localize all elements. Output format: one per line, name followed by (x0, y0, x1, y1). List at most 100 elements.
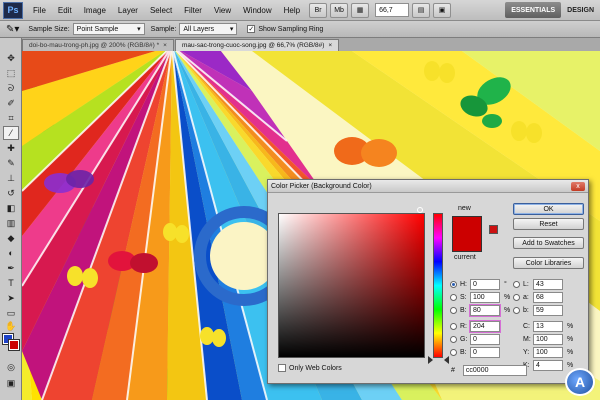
blue-field[interactable]: 0 (470, 347, 500, 358)
eyedropper-icon[interactable]: ⁄ (3, 126, 19, 140)
only-web-colors-checkbox[interactable] (278, 364, 286, 372)
add-to-swatches-button[interactable]: Add to Swatches (513, 237, 584, 249)
lab-b-row: b: 59 (513, 305, 563, 316)
workspace-essentials[interactable]: ESSENTIALS (505, 2, 562, 18)
screen-mode-button[interactable]: ▣ (433, 2, 452, 18)
red-field[interactable]: 204 (469, 320, 501, 333)
marquee-icon[interactable]: ⬚ (3, 66, 19, 80)
document-tab[interactable]: doi-bo-mau-trong-ph.jpg @ 200% (RGB/8#) … (22, 39, 174, 51)
menu-edit[interactable]: Edit (52, 6, 78, 15)
show-sampling-ring-checkbox[interactable]: ✓ (247, 25, 256, 33)
close-icon[interactable]: × (163, 42, 167, 49)
move-icon[interactable]: ✥ (3, 51, 19, 65)
green-radio[interactable] (450, 336, 457, 343)
quick-mask-icon[interactable]: ◎ (3, 360, 19, 374)
background-color-swatch[interactable] (8, 339, 20, 351)
magenta-unit: % (567, 336, 574, 343)
blue-radio[interactable] (450, 349, 457, 356)
arrange-icon: ▤ (417, 7, 425, 14)
healing-icon[interactable]: ✚ (3, 141, 19, 155)
menu-layer[interactable]: Layer (112, 6, 144, 15)
tool-preset-icon[interactable]: ✎▾ (6, 24, 19, 35)
green-field[interactable]: 0 (470, 334, 500, 345)
checkmark-icon: ✓ (248, 25, 255, 33)
brightness-field[interactable]: 80 (469, 304, 501, 317)
screen-mode-icon[interactable]: ▣ (3, 376, 19, 390)
blue-label: B: (460, 349, 467, 356)
zoom-level-field[interactable]: 66,7 (375, 3, 410, 17)
saturation-field[interactable]: 100 (470, 292, 500, 303)
type-icon[interactable]: T (3, 276, 19, 290)
lab-b-radio[interactable] (513, 307, 520, 314)
color-libraries-button[interactable]: Color Libraries (513, 257, 584, 269)
close-icon: x (576, 183, 580, 190)
black-field[interactable]: 4 (533, 360, 563, 371)
menu-file[interactable]: File (27, 6, 52, 15)
hex-field[interactable]: cc0000 (462, 365, 527, 376)
blur-icon[interactable]: ◆ (3, 231, 19, 245)
out-of-gamut-icon[interactable] (489, 225, 498, 234)
history-brush-icon[interactable]: ↺ (3, 186, 19, 200)
close-button[interactable]: x (571, 182, 585, 191)
sample-size-select[interactable]: Point Sample ▾ (72, 23, 145, 35)
close-icon[interactable]: × (328, 42, 332, 49)
extras-button[interactable]: ▦ (351, 2, 370, 18)
gradient-icon[interactable]: ▥ (3, 216, 19, 230)
path-select-icon[interactable]: ➤ (3, 291, 19, 305)
menu-select[interactable]: Select (144, 6, 178, 15)
hue-slider[interactable] (433, 213, 443, 358)
quick-select-icon[interactable]: ✐ (3, 96, 19, 110)
arrange-docs-button[interactable]: ▤ (412, 2, 431, 18)
saturation-label: S: (460, 294, 467, 301)
ok-button[interactable]: OK (513, 203, 584, 215)
menu-window[interactable]: Window (237, 6, 277, 15)
stamp-icon[interactable]: ⊥ (3, 171, 19, 185)
workspace-design[interactable]: DESIGN (561, 7, 600, 14)
bridge-icon: Br (314, 6, 322, 14)
crop-icon[interactable]: ⌗ (3, 111, 19, 125)
red-row: R: 204 (450, 320, 501, 333)
brightness-unit: % (504, 307, 511, 314)
lab-a-field[interactable]: 68 (533, 292, 563, 303)
menu-help[interactable]: Help (278, 6, 306, 15)
lab-l-radio[interactable] (513, 281, 520, 288)
dodge-icon[interactable]: ◐ (3, 246, 19, 260)
hue-unit: ° (504, 281, 507, 288)
pen-icon[interactable]: ✒ (3, 261, 19, 275)
eraser-icon[interactable]: ◧ (3, 201, 19, 215)
sample-select[interactable]: All Layers ▾ (179, 23, 238, 35)
hand-icon[interactable]: ✋ (3, 319, 19, 333)
lab-l-row: L: 43 (513, 279, 563, 290)
lab-a-radio[interactable] (513, 294, 520, 301)
saturation-radio[interactable] (450, 294, 457, 301)
brush-icon[interactable]: ✎ (3, 156, 19, 170)
brightness-radio[interactable] (450, 307, 457, 314)
hue-slider-left-arrow-icon[interactable] (428, 356, 433, 364)
current-color-swatch[interactable] (452, 234, 482, 252)
lasso-icon[interactable]: ᘐ (3, 81, 19, 95)
dialog-title-bar[interactable]: Color Picker (Background Color) x (268, 180, 588, 193)
menu-filter[interactable]: Filter (178, 6, 208, 15)
menu-image[interactable]: Image (78, 6, 112, 15)
lab-l-label: L: (523, 281, 529, 288)
color-field[interactable] (278, 213, 425, 358)
lab-b-field[interactable]: 59 (533, 305, 563, 316)
only-web-colors-option[interactable]: Only Web Colors (278, 364, 342, 372)
bridge-button[interactable]: Br (309, 2, 328, 18)
color-picker-dialog: Color Picker (Background Color) x Only W… (267, 179, 589, 384)
yellow-field[interactable]: 100 (533, 347, 563, 358)
magenta-field[interactable]: 100 (533, 334, 563, 345)
green-row: G: 0 (450, 334, 500, 345)
hue-field[interactable]: 0 (470, 279, 500, 290)
reset-button[interactable]: Reset (513, 218, 584, 230)
cyan-field[interactable]: 13 (533, 321, 563, 332)
menu-view[interactable]: View (208, 6, 237, 15)
hue-radio[interactable] (450, 281, 457, 288)
lab-l-field[interactable]: 43 (533, 279, 563, 290)
color-field-marker[interactable] (417, 207, 423, 213)
red-radio[interactable] (450, 323, 457, 330)
document-tab-active[interactable]: mau-sac-trong-cuoc-song.jpg @ 66,7% (RGB… (174, 39, 340, 51)
hue-slider-right-arrow-icon[interactable] (444, 356, 449, 364)
minibridge-button[interactable]: Mb (330, 2, 349, 18)
shape-icon[interactable]: ▭ (3, 306, 19, 320)
